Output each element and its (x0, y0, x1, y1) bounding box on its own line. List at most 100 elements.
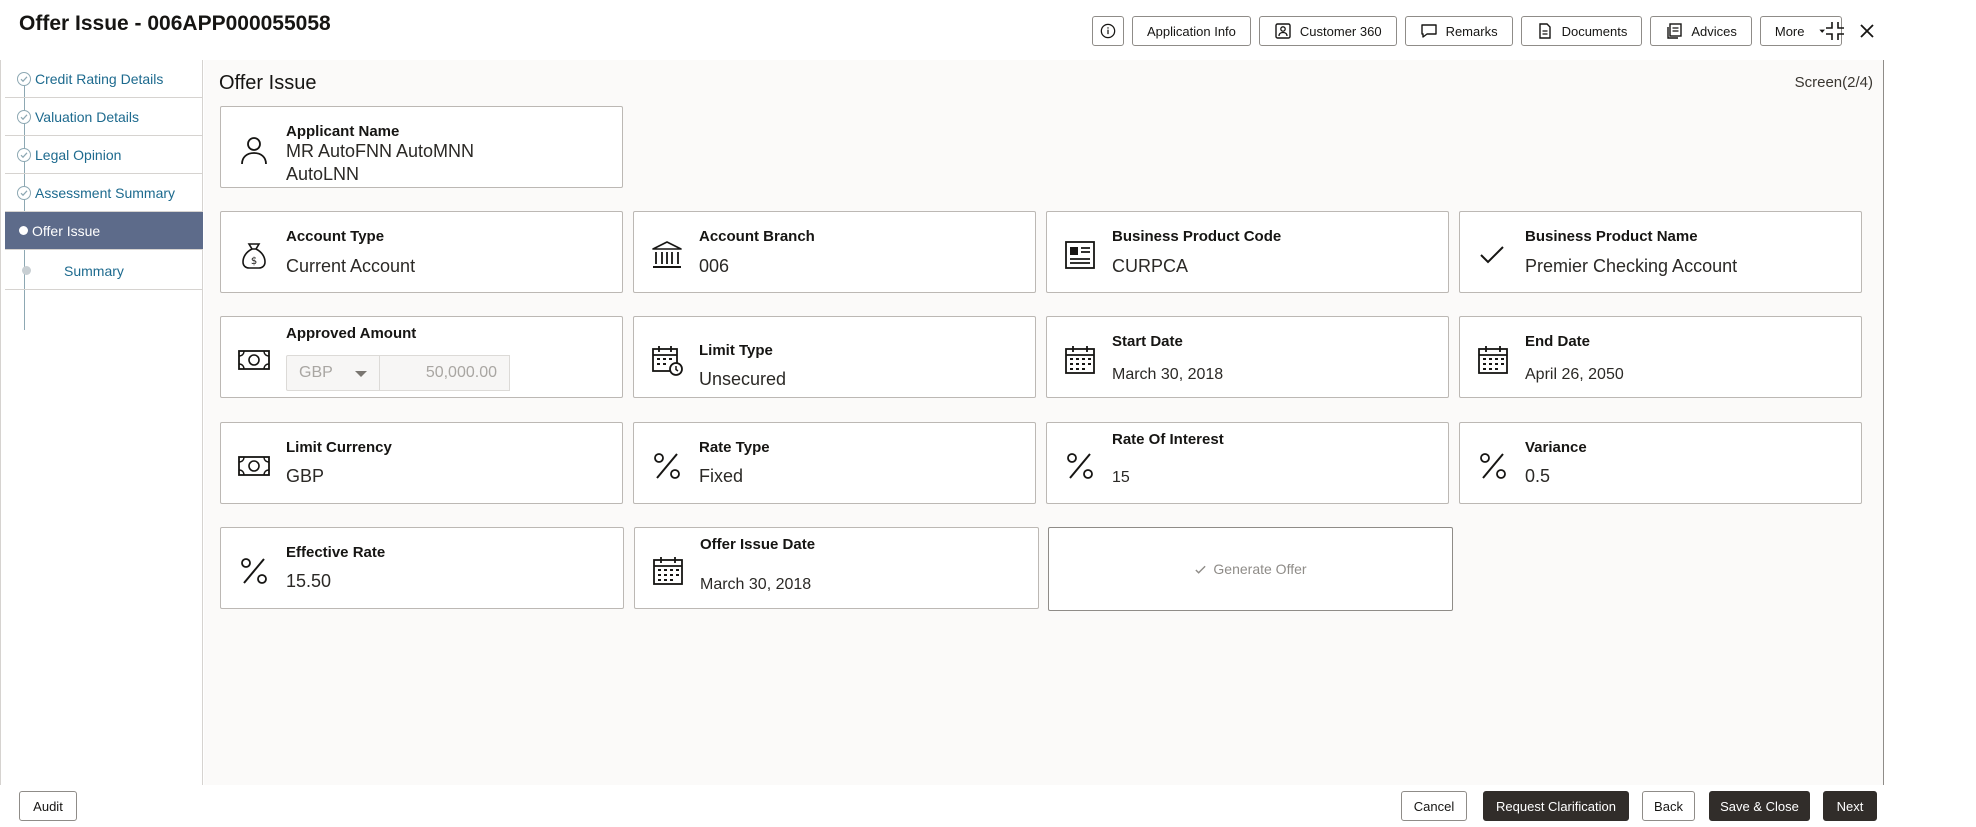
limit-type-label: Limit Type (699, 342, 773, 359)
currency-select[interactable]: GBP (286, 355, 380, 391)
header-actions: Application Info Customer 360 Remarks Do… (1092, 16, 1842, 46)
customer-360-button[interactable]: Customer 360 (1258, 16, 1397, 46)
business-product-code-label: Business Product Code (1112, 228, 1282, 245)
sidebar-item-legal-opinion[interactable]: Legal Opinion (5, 136, 203, 174)
sidebar-item-label: Assessment Summary (35, 184, 176, 201)
info-icon (1100, 23, 1116, 39)
end-date-value: April 26, 2050 (1525, 366, 1624, 383)
offer-issue-date-label: Offer Issue Date (700, 536, 816, 553)
customer-card-icon (1275, 23, 1291, 39)
applicant-name-card: Applicant Name MR AutoFNN AutoMNN AutoLN… (220, 106, 623, 188)
next-button[interactable]: Next (1823, 791, 1877, 821)
effective-rate-label: Effective Rate (286, 544, 386, 561)
end-date-label: End Date (1525, 333, 1591, 350)
limit-type-value: Unsecured (699, 369, 787, 389)
application-info-button[interactable]: Application Info (1132, 16, 1251, 46)
start-date-label: Start Date (1112, 333, 1183, 350)
generate-offer-button[interactable]: Generate Offer (1048, 527, 1453, 611)
account-branch-card: Account Branch 006 (633, 211, 1036, 293)
documents-label: Documents (1561, 23, 1628, 39)
limit-currency-card: Limit Currency GBP (220, 422, 623, 504)
more-label: More (1774, 23, 1805, 39)
offer-issue-panel: Offer Issue Screen(2/4) Applicant Name M… (204, 60, 1884, 785)
applicant-name-value: MR AutoFNN AutoMNN AutoLNN (286, 140, 474, 186)
minimize-icon[interactable] (1824, 20, 1846, 42)
advice-doc-icon (1667, 23, 1683, 39)
banknote-icon (238, 350, 270, 370)
sidebar-item-label: Offer Issue (32, 222, 101, 239)
banknote-icon (238, 456, 270, 476)
header-bar: Offer Issue - 006APP000055058 Applicatio… (0, 0, 1976, 52)
svg-text:$: $ (251, 256, 257, 267)
amount-input[interactable]: 50,000.00 (380, 355, 510, 391)
back-button[interactable]: Back (1642, 791, 1695, 821)
sidebar-item-label: Valuation Details (35, 108, 140, 125)
section-title: Offer Issue (219, 72, 317, 94)
product-list-icon (1065, 241, 1095, 269)
limit-type-card: Limit Type Unsecured (633, 316, 1036, 398)
chat-icon (1420, 24, 1437, 38)
applicant-name-line2: AutoLNN (286, 164, 360, 184)
rate-of-interest-label: Rate Of Interest (1112, 431, 1224, 448)
money-bag-icon: $ (242, 243, 266, 269)
current-step-dot-icon (19, 226, 28, 235)
effective-rate-value: 15.50 (286, 571, 332, 591)
account-type-label: Account Type (286, 228, 385, 245)
calendar-icon (1478, 346, 1508, 374)
bank-icon (652, 241, 682, 268)
chevron-down-icon (355, 371, 367, 377)
check-circle-icon (17, 185, 31, 200)
advices-button[interactable]: Advices (1650, 16, 1752, 46)
screen-indicator: Screen(2/4) (1794, 74, 1873, 91)
approved-amount-label: Approved Amount (286, 325, 417, 342)
sidebar-item-label: Credit Rating Details (35, 70, 164, 87)
sidebar-item-credit-rating-details[interactable]: Credit Rating Details (5, 60, 203, 98)
variance-label: Variance (1525, 439, 1587, 456)
save-close-button[interactable]: Save & Close (1709, 791, 1810, 821)
request-clarification-button[interactable]: Request Clarification (1483, 791, 1629, 821)
sidebar-item-summary[interactable]: Summary (5, 252, 203, 290)
remarks-button[interactable]: Remarks (1404, 16, 1513, 46)
variance-card: Variance 0.5 (1459, 422, 1862, 504)
check-circle-icon (17, 71, 31, 86)
sidebar-item-valuation-details[interactable]: Valuation Details (5, 98, 203, 136)
account-branch-label: Account Branch (699, 228, 815, 245)
calendar-icon (1065, 346, 1095, 374)
user-icon (241, 137, 267, 165)
customer-360-label: Customer 360 (1299, 23, 1382, 39)
close-icon[interactable] (1856, 20, 1878, 42)
cancel-button[interactable]: Cancel (1401, 791, 1467, 821)
effective-rate-card: Effective Rate 15.50 (220, 527, 624, 609)
percent-icon (241, 558, 267, 584)
pending-step-dot-icon (22, 266, 31, 275)
approved-amount-field: GBP 50,000.00 (286, 355, 510, 391)
step-navigation: Credit Rating Details Valuation Details … (0, 60, 203, 785)
check-icon (1195, 565, 1207, 574)
limit-currency-value: GBP (286, 466, 325, 486)
generate-offer-label: Generate Offer (1213, 561, 1307, 577)
audit-button[interactable]: Audit (19, 791, 77, 821)
applicant-name-line1: MR AutoFNN AutoMNN (286, 141, 475, 161)
page-title: Offer Issue - 006APP000055058 (19, 12, 331, 35)
business-product-name-card: Business Product Name Premier Checking A… (1459, 211, 1862, 293)
sidebar-item-offer-issue[interactable]: Offer Issue (5, 212, 203, 250)
account-type-value: Current Account (286, 256, 416, 276)
check-circle-icon (17, 147, 31, 162)
calendar-icon (653, 557, 683, 585)
documents-button[interactable]: Documents (1520, 16, 1643, 46)
start-date-card: Start Date March 30, 2018 (1046, 316, 1449, 398)
footer-bar: Audit Cancel Request Clarification Back … (0, 785, 1884, 827)
approved-amount-card: Approved Amount GBP 50,000.00 (220, 316, 623, 398)
variance-value: 0.5 (1525, 466, 1551, 486)
rate-of-interest-card: Rate Of Interest 15 (1046, 422, 1449, 504)
account-branch-value: 006 (699, 256, 730, 276)
rate-type-label: Rate Type (699, 439, 770, 456)
offer-issue-date-value: March 30, 2018 (700, 576, 812, 593)
currency-select-value: GBP (299, 364, 333, 381)
end-date-card: End Date April 26, 2050 (1459, 316, 1862, 398)
rate-type-card: Rate Type Fixed (633, 422, 1036, 504)
business-product-name-value: Premier Checking Account (1525, 256, 1738, 276)
business-product-code-value: CURPCA (1112, 256, 1189, 276)
info-button[interactable] (1092, 16, 1124, 46)
sidebar-item-assessment-summary[interactable]: Assessment Summary (5, 174, 203, 212)
